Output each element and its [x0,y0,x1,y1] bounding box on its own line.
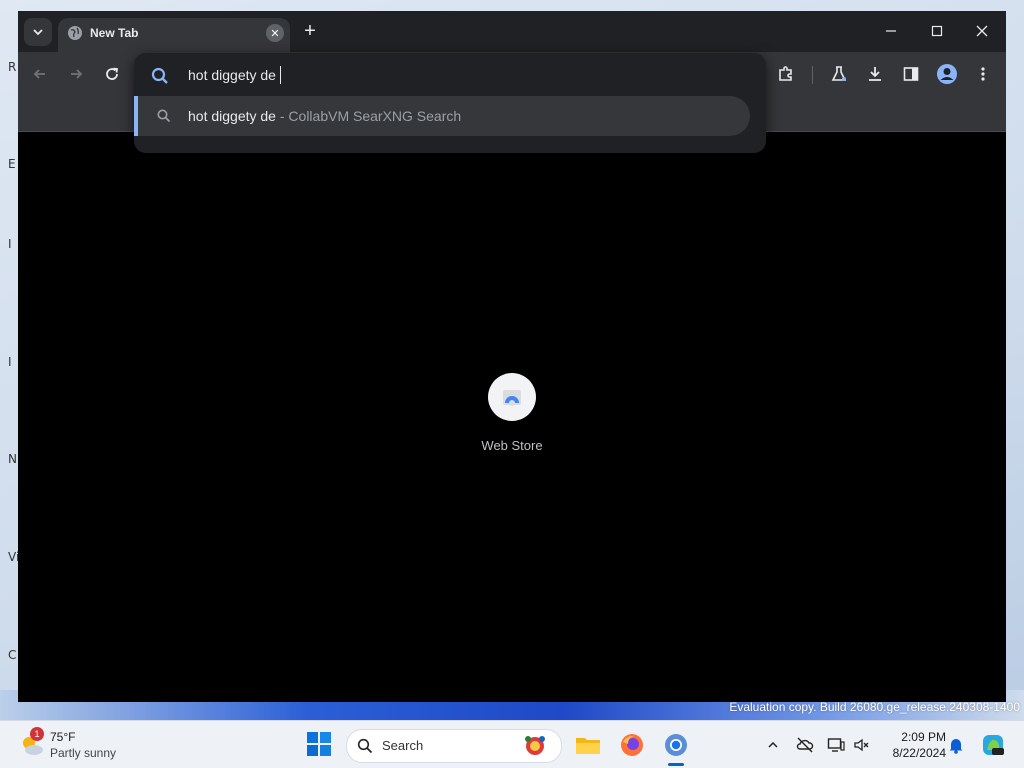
taskbar-search[interactable]: Search [346,729,562,763]
suggestion-text: hot diggety de - CollabVM SearXNG Search [188,108,461,124]
suggestion-query: hot diggety de [188,108,276,124]
labs-button[interactable] [827,62,851,86]
desktop-icon-label[interactable]: I [8,237,12,251]
download-icon [869,67,881,81]
browser-window: New Tab ✕ + hot diggety de hot diggety d… [18,11,1006,702]
desktop-icon-label[interactable]: N [8,452,17,466]
chevron-down-icon [33,29,43,36]
suggestion-highlight-bar [134,96,138,136]
tab-search-button[interactable] [24,18,52,46]
firefox-icon [621,734,643,756]
back-button[interactable] [28,62,52,86]
side-panel-button[interactable] [899,62,923,86]
close-window-button[interactable] [960,17,1004,45]
bell-icon [949,739,963,754]
more-vertical-icon [981,67,985,81]
omnibox-input[interactable] [188,63,708,87]
web-store-icon [503,390,521,406]
new-tab-button[interactable]: + [298,20,322,44]
cloud-off-icon [796,737,814,753]
suggestion-source: CollabVM SearXNG Search [288,108,462,124]
reload-icon [106,67,119,80]
start-button[interactable] [306,731,334,759]
onedrive-tray-button[interactable] [795,735,815,755]
notifications-button[interactable] [946,735,966,755]
shortcut-icon-circle [488,373,536,421]
taskbar-clock[interactable]: 2:09 PM 8/22/2024 [876,729,946,761]
evaluation-watermark: Evaluation copy. Build 26080.ge_release.… [729,700,1020,714]
text-caret [280,66,281,84]
search-icon [157,109,171,123]
copilot-icon [983,735,1004,755]
file-explorer-app[interactable] [572,729,604,761]
search-highlight-icon [525,736,545,755]
plus-icon: + [304,20,316,42]
desktop-icon-label[interactable]: R [8,60,16,74]
volume-tray-button[interactable] [852,735,872,755]
title-bar: New Tab ✕ + [18,11,1006,52]
omnibox-dropdown: hot diggety de - CollabVM SearXNG Search [134,53,766,153]
arrow-right-icon [71,69,83,79]
desktop-icon-label[interactable]: C [8,648,16,662]
weather-description: Partly sunny [50,746,117,760]
firefox-app[interactable] [616,729,648,761]
globe-icon [68,26,82,40]
taskbar: 1 75°F Partly sunny Search 2:09 PM 8/22/… [0,720,1024,768]
maximize-button[interactable] [915,17,959,45]
folder-icon [576,738,600,754]
weather-temperature: 75°F [50,730,76,744]
clock-date: 8/22/2024 [892,746,946,760]
notification-badge: 1 [30,727,44,741]
clock-time: 2:09 PM [901,730,946,744]
copilot-button[interactable] [980,732,1006,758]
puzzle-icon [779,66,792,81]
avatar-icon [937,64,957,84]
flask-icon [831,66,847,81]
network-tray-button[interactable] [826,735,846,755]
arrow-left-icon [33,69,45,79]
search-icon [357,738,373,754]
toolbar-divider [812,66,813,84]
chevron-up-icon [768,741,778,748]
downloads-button[interactable] [863,62,887,86]
shortcut-label: Web Store [481,438,543,453]
desktop-icon-label[interactable]: E [8,157,16,171]
close-icon [976,25,988,37]
maximize-icon [931,25,943,37]
suggestion-separator: - [275,108,289,124]
weather-widget[interactable]: 1 75°F Partly sunny [18,727,148,763]
display-icon [827,738,845,752]
windows-logo-icon [307,732,331,756]
menu-button[interactable] [971,62,995,86]
search-icon [151,67,168,84]
desktop-icon-label[interactable]: I [8,355,12,369]
close-icon: ✕ [270,27,280,40]
side-panel-icon [903,67,919,81]
volume-muted-icon [854,738,869,752]
omnibox-suggestion[interactable]: hot diggety de - CollabVM SearXNG Search [134,96,750,136]
show-hidden-icons-button[interactable] [763,735,783,755]
extensions-button[interactable] [774,62,798,86]
profile-button[interactable] [935,62,959,86]
minimize-button[interactable] [869,17,913,45]
minimize-icon [886,30,896,32]
forward-button[interactable] [64,62,88,86]
chrome-icon [665,734,687,756]
chrome-app[interactable] [660,729,692,761]
tab-close-button[interactable]: ✕ [266,24,284,42]
reload-button[interactable] [100,62,124,86]
tab-new-tab[interactable]: New Tab ✕ [58,18,290,52]
taskbar-search-label: Search [382,738,424,753]
tab-title: New Tab [90,26,139,40]
shortcut-web-store[interactable]: Web Store [472,373,552,463]
active-app-indicator [668,763,684,766]
